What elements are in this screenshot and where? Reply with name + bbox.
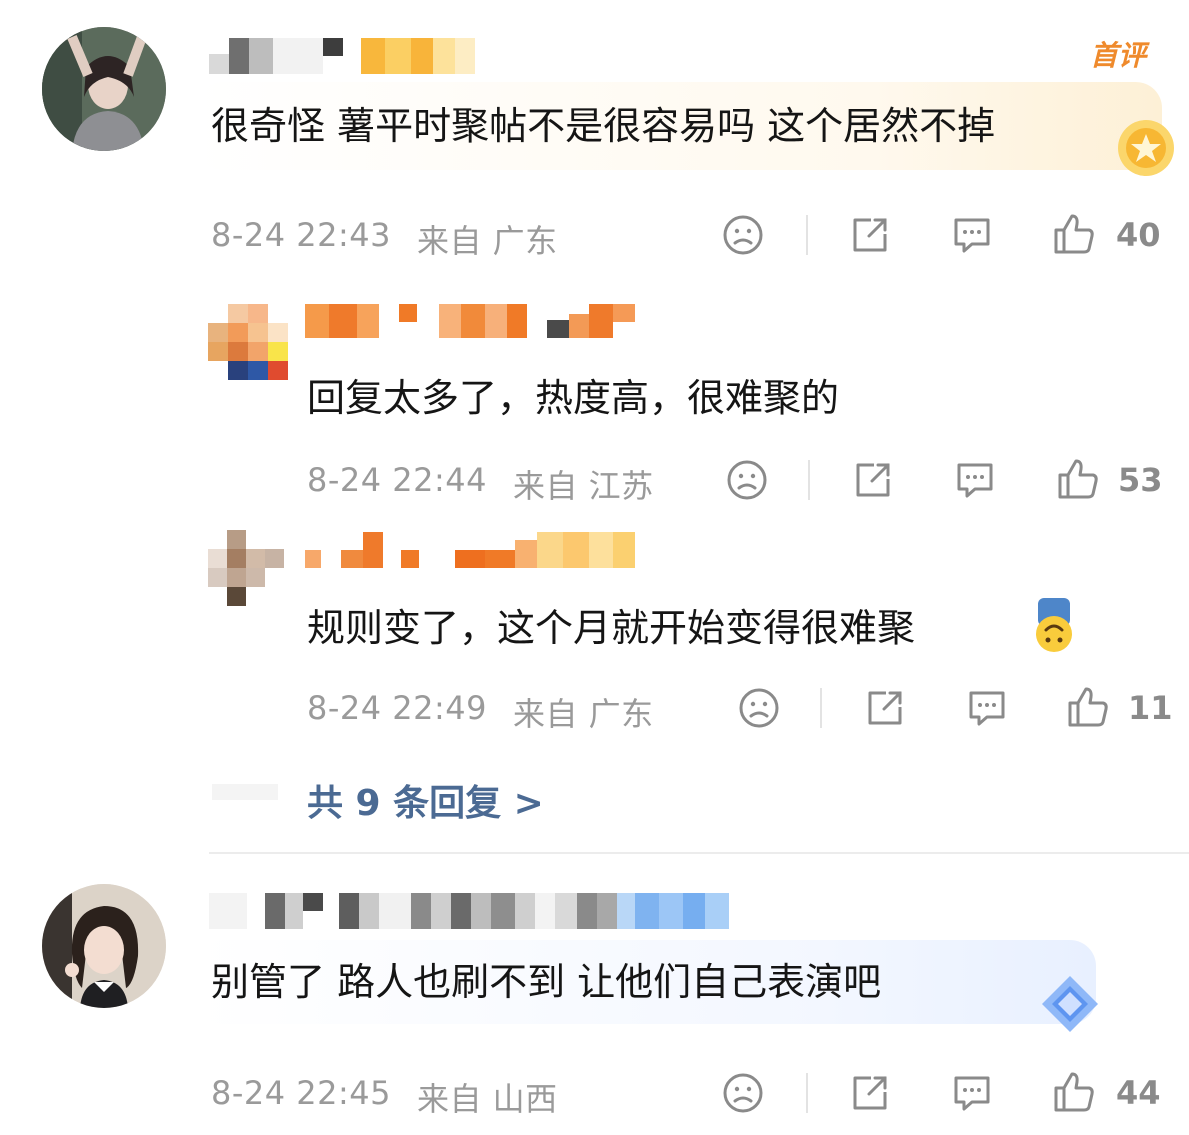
share-icon[interactable]: [852, 459, 894, 501]
comment-time: 8-24 22:43: [211, 216, 392, 254]
comment-location: 来自 广东: [417, 222, 558, 260]
divider: [820, 688, 822, 728]
divider-line: [209, 852, 1189, 854]
comment-bubble-icon[interactable]: [965, 687, 1009, 729]
comment-location: 来自 山西: [417, 1080, 558, 1118]
like-count: 40: [1116, 216, 1161, 254]
like-count: 11: [1128, 689, 1173, 727]
diamond-badge-icon: [1042, 976, 1098, 1032]
comment-bubble-icon[interactable]: [950, 214, 994, 256]
comment-text: 别管了 路人也刷不到 让他们自己表演吧: [211, 960, 882, 1004]
comment-bubble-icon[interactable]: [950, 1072, 994, 1114]
sad-face-icon[interactable]: [722, 214, 764, 256]
reply-time: 8-24 22:44: [307, 461, 488, 499]
reply-time: 8-24 22:49: [307, 689, 488, 727]
avatar-image: [42, 27, 166, 151]
first-comment-badge: 首评: [1090, 39, 1147, 72]
avatar[interactable]: [42, 884, 166, 1008]
reply-text: 规则变了，这个月就开始变得很难聚: [307, 606, 916, 650]
more-replies-link[interactable]: 共 9 条回复 >: [307, 774, 544, 826]
reply-location: 来自 广东: [513, 695, 654, 733]
more-replies-avatar-redacted: [212, 784, 278, 800]
thumbs-up-icon[interactable]: [1052, 1070, 1096, 1114]
reply-avatar-redacted[interactable]: [208, 530, 284, 606]
username-redacted[interactable]: [209, 893, 729, 929]
reply-text: 回复太多了，热度高，很难聚的: [307, 376, 840, 420]
divider: [806, 1073, 808, 1113]
upside-down-emoji-icon: [1036, 598, 1072, 652]
share-icon[interactable]: [849, 214, 891, 256]
sad-face-icon[interactable]: [726, 459, 768, 501]
share-icon[interactable]: [849, 1072, 891, 1114]
thumbs-up-icon[interactable]: [1066, 685, 1110, 729]
sad-face-icon[interactable]: [722, 1072, 764, 1114]
username-redacted[interactable]: [209, 38, 475, 74]
reply-username-redacted[interactable]: [305, 532, 635, 568]
thumbs-up-icon[interactable]: [1056, 457, 1100, 501]
avatar[interactable]: [42, 27, 166, 151]
thumbs-up-icon[interactable]: [1052, 212, 1096, 256]
comment-time: 8-24 22:45: [211, 1074, 392, 1112]
reply-avatar-redacted[interactable]: [208, 304, 288, 380]
sad-face-icon[interactable]: [738, 687, 780, 729]
divider: [808, 460, 810, 500]
comment-text: 很奇怪 薯平时聚帖不是很容易吗 这个居然不掉: [211, 104, 996, 148]
avatar-image: [42, 884, 166, 1008]
comment-bubble-icon[interactable]: [953, 459, 997, 501]
vip-badge-icon: [1118, 120, 1174, 176]
divider: [806, 215, 808, 255]
reply-location: 来自 江苏: [513, 467, 654, 505]
like-count: 53: [1118, 461, 1163, 499]
share-icon[interactable]: [864, 687, 906, 729]
like-count: 44: [1116, 1074, 1161, 1112]
reply-username-redacted[interactable]: [305, 304, 635, 338]
